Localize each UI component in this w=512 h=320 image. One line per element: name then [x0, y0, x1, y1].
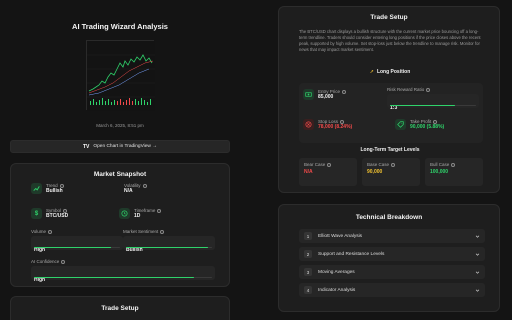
item-number: 4 [304, 286, 312, 294]
rr-level-bar [390, 104, 455, 106]
chevron-down-icon [475, 235, 480, 238]
position-type: ➚ Long Position [279, 69, 501, 75]
info-icon[interactable] [63, 208, 68, 213]
chart-thumbnail-image [87, 41, 155, 111]
symbol-value: BTC/USD [46, 213, 69, 219]
trade-setup-title: Trade Setup [370, 14, 408, 21]
accordion-label: Elliott Wave Analysis [318, 233, 363, 239]
tag-icon [395, 119, 406, 130]
trade-setup-description: The BTC/USD chart displays a bullish str… [299, 29, 481, 52]
rr-field: 1:3 [387, 94, 479, 111]
bear-value: N/A [304, 169, 313, 175]
position-label: Long Position [376, 69, 411, 75]
targets-title: Long-Term Target Levels [360, 147, 420, 153]
info-icon[interactable] [426, 87, 431, 92]
accordion-elliott-wave[interactable]: 1 Elliott Wave Analysis [299, 229, 485, 243]
confidence-field: High [31, 266, 215, 283]
page-title: AI Trading Wizard Analysis [72, 22, 168, 31]
confidence-stat: AI Confidence High [31, 259, 215, 283]
sentiment-stat: Market Sentiment Bullish [123, 229, 215, 253]
accordion-label: Support and Resistance Levels [318, 251, 385, 257]
market-snapshot-card: Market Snapshot Trend Bullish Volatility… [10, 163, 230, 287]
stop-loss-stat: Stop Loss 78,000 (8.24%) [303, 119, 352, 130]
base-value: 90,000 [367, 169, 383, 175]
bull-value: 100,000 [430, 169, 449, 175]
bull-label: Bull Case [430, 162, 450, 167]
stop-icon [303, 119, 314, 130]
trade-setup-peek-title: Trade Setup [101, 305, 139, 312]
volatility-value: N/A [124, 188, 133, 194]
info-icon[interactable] [48, 229, 53, 234]
sentiment-label: Market Sentiment [123, 229, 159, 234]
sentiment-field: Bullish [123, 236, 215, 253]
info-icon[interactable] [433, 119, 438, 124]
info-icon[interactable] [327, 162, 332, 167]
info-icon[interactable] [61, 259, 66, 264]
timeframe-stat: Timeframe 1D [119, 208, 162, 219]
info-icon[interactable] [160, 229, 165, 234]
info-icon[interactable] [451, 162, 456, 167]
chevron-down-icon [475, 289, 480, 292]
timeframe-value: 1D [134, 213, 141, 219]
entry-rr-panel: Entry Price 85,000 Risk Reward Ratio 1:3… [299, 83, 483, 143]
clock-icon [119, 208, 130, 219]
rr-stat: Risk Reward Ratio 1:3 [387, 87, 479, 111]
accordion-indicator-analysis[interactable]: 4 Indicator Analysis [299, 283, 485, 297]
info-icon[interactable] [142, 183, 147, 188]
dollar-icon: $ [31, 208, 42, 219]
volume-stat: Volume High [31, 229, 123, 253]
cash-icon [303, 89, 314, 100]
rocket-icon: ➚ [369, 69, 374, 75]
info-icon[interactable] [391, 162, 396, 167]
item-number: 1 [304, 232, 312, 240]
confidence-label: AI Confidence [31, 259, 60, 264]
symbol-stat: $ Symbol BTC/USD [31, 208, 68, 219]
open-chart-label: Open Chart in TradingView → [93, 144, 158, 149]
tradingview-icon: TV [82, 143, 90, 150]
sentiment-level-bar [126, 246, 208, 248]
trend-up-icon [31, 183, 42, 194]
analysis-timestamp: March 6, 2025, 8:51 pm [96, 123, 144, 128]
tp-value: 90,000 (5.88%) [410, 124, 445, 130]
rr-label: Risk Reward Ratio [387, 87, 425, 92]
item-number: 3 [304, 268, 312, 276]
target-bear: Bear Case N/A [299, 158, 357, 186]
take-profit-stat: Take Profit 90,000 (5.88%) [395, 119, 444, 130]
volume-level-bar [34, 246, 112, 248]
stop-value: 78,000 (8.24%) [318, 124, 353, 130]
volume-field: High [31, 236, 123, 253]
info-icon[interactable] [342, 89, 347, 94]
market-snapshot-title: Market Snapshot [93, 171, 147, 178]
technical-breakdown-title: Technical Breakdown [355, 214, 423, 221]
info-icon[interactable] [340, 119, 345, 124]
target-bull: Bull Case 100,000 [425, 158, 483, 186]
volume-label: Volume [31, 229, 47, 234]
entry-stat: Entry Price 85,000 [303, 89, 347, 100]
accordion-moving-averages[interactable]: 3 Moving Averages [299, 265, 485, 279]
chevron-down-icon [475, 271, 480, 274]
trend-stat: Trend Bullish [31, 183, 64, 194]
info-icon[interactable] [157, 208, 162, 213]
accordion-label: Moving Averages [318, 269, 355, 275]
chart-thumbnail[interactable] [86, 40, 155, 111]
bear-label: Bear Case [304, 162, 326, 167]
technical-breakdown-card: Technical Breakdown 1 Elliott Wave Analy… [278, 204, 500, 312]
trend-value: Bullish [46, 188, 63, 194]
target-base: Base Case 90,000 [362, 158, 420, 186]
base-label: Base Case [367, 162, 390, 167]
open-chart-button[interactable]: TV Open Chart in TradingView → [10, 140, 230, 153]
item-number: 2 [304, 250, 312, 258]
volatility-stat: Volatility N/A [124, 183, 147, 194]
info-icon[interactable] [59, 183, 64, 188]
accordion-support-resistance[interactable]: 2 Support and Resistance Levels [299, 247, 485, 261]
accordion-label: Indicator Analysis [318, 287, 356, 293]
confidence-level-bar [34, 276, 195, 278]
entry-value: 85,000 [318, 94, 334, 100]
trade-setup-card-left: Trade Setup [10, 296, 230, 320]
chevron-down-icon [475, 253, 480, 256]
trade-setup-card: Trade Setup The BTC/USD chart displays a… [278, 6, 500, 193]
